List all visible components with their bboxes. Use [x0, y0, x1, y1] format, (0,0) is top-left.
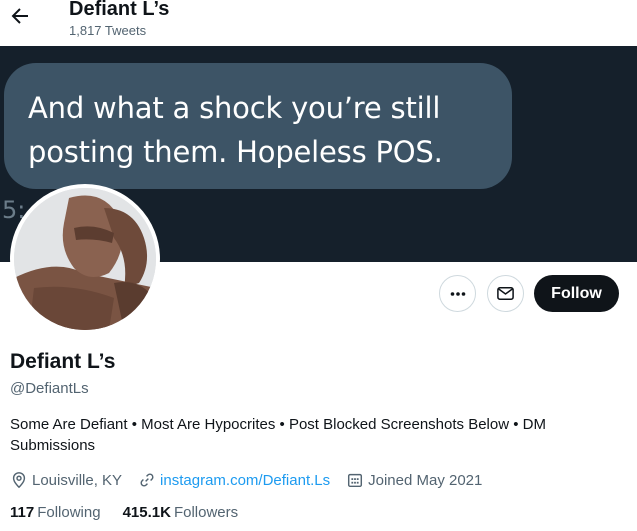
- website-link[interactable]: instagram.com/Defiant.Ls: [160, 472, 330, 489]
- envelope-icon: [497, 287, 514, 300]
- back-arrow-icon[interactable]: [8, 4, 32, 28]
- joined-item: Joined May 2021: [346, 471, 482, 489]
- header-profile-name: Defiant L’s: [69, 0, 170, 20]
- more-horizontal-icon: [450, 291, 465, 296]
- calendar-icon: [348, 473, 363, 488]
- message-button[interactable]: [487, 275, 524, 312]
- banner-message-text: And what a shock you’re still posting th…: [28, 91, 443, 169]
- joined-text: Joined May 2021: [368, 471, 483, 489]
- follow-stats-row: 117 Following 415.1K Followers: [10, 504, 260, 521]
- location-text: Louisville, KY: [32, 471, 123, 489]
- following-count: 117: [10, 504, 35, 521]
- profile-meta-row: Louisville, KY instagram.com/Defiant.Ls …: [10, 470, 498, 490]
- location-item: Louisville, KY: [10, 471, 122, 489]
- header-tweet-count: 1,817 Tweets: [69, 23, 147, 38]
- followers-count: 415.1K: [122, 504, 171, 521]
- avatar[interactable]: [10, 184, 160, 334]
- banner-message-bubble: And what a shock you’re still posting th…: [4, 63, 512, 189]
- website-item: instagram.com/Defiant.Ls: [138, 471, 330, 489]
- profile-display-name: Defiant L’s: [10, 350, 116, 373]
- followers-label: Followers: [173, 504, 239, 521]
- location-pin-icon: [12, 472, 26, 489]
- following-stat[interactable]: 117 Following: [10, 504, 101, 521]
- profile-handle: @DefiantLs: [10, 380, 89, 397]
- more-options-button[interactable]: [439, 275, 476, 312]
- profile-bio: Some Are Defiant • Most Are Hypocrites •…: [10, 416, 546, 454]
- followers-stat[interactable]: 415.1K Followers: [123, 504, 239, 521]
- top-bar: Defiant L’s 1,817 Tweets: [0, 0, 637, 46]
- link-icon: [140, 473, 154, 487]
- following-label: Following: [37, 504, 101, 521]
- follow-button[interactable]: Follow: [534, 275, 619, 312]
